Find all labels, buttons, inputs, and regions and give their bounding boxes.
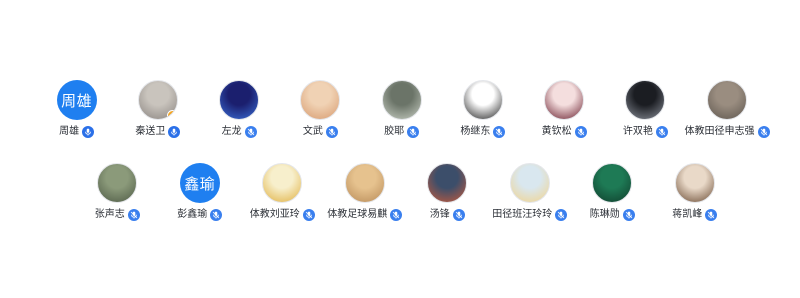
microphone-muted-icon[interactable] — [407, 126, 420, 138]
participant-name: 秦送卫 — [135, 126, 166, 137]
participant-label: 陈琳勋 — [590, 208, 635, 222]
avatar-photo[interactable] — [300, 80, 341, 120]
participant-name: 田径班汪玲玲 — [492, 209, 553, 220]
participant-label: 杨继东 — [460, 125, 506, 139]
participant-label: 胶耶 — [384, 125, 420, 139]
participant-row-1: 周雄 周雄 秦送卫 左龙 文武 胶耶 杨继东 黄钦松 许双艳 体教田径申志强 — [36, 80, 770, 139]
participant-label: 田径班汪玲玲 — [492, 208, 568, 222]
participant-tile[interactable]: 杨继东 — [442, 80, 523, 139]
participant-name: 左龙 — [221, 126, 242, 137]
avatar-initials[interactable]: 鑫瑜 — [179, 163, 220, 203]
participant-label: 体教刘亚玲 — [250, 208, 315, 222]
microphone-muted-icon[interactable] — [705, 209, 718, 221]
avatar-photo[interactable] — [509, 163, 550, 203]
avatar-photo[interactable] — [592, 163, 633, 203]
participant-name: 汤锋 — [429, 209, 450, 220]
host-badge-icon — [166, 110, 177, 119]
participant-tile[interactable]: 黄钦松 — [524, 80, 605, 139]
avatar-initials-text: 周雄 — [61, 92, 93, 110]
participant-label: 左龙 — [222, 125, 257, 139]
avatar-photo[interactable] — [262, 163, 303, 203]
participant-name: 许双艳 — [622, 126, 653, 137]
microphone-muted-icon[interactable] — [493, 126, 506, 138]
participant-tile[interactable]: 蒋凯峰 — [654, 163, 737, 222]
avatar-photo[interactable] — [462, 80, 503, 120]
participant-tile[interactable]: 左龙 — [199, 80, 280, 139]
microphone-muted-icon[interactable] — [574, 126, 587, 138]
participant-tile[interactable]: 汤锋 — [406, 163, 489, 222]
participant-label: 体教足球易麒 — [327, 208, 403, 222]
microphone-icon[interactable] — [168, 126, 181, 138]
participant-label: 黄钦松 — [542, 125, 587, 139]
avatar-photo[interactable] — [625, 80, 666, 120]
avatar-photo[interactable] — [674, 163, 715, 203]
participant-name: 彭鑫瑜 — [177, 209, 208, 220]
participant-label: 汤锋 — [430, 208, 465, 222]
participant-tile[interactable]: 胶耶 — [361, 80, 442, 139]
microphone-muted-icon[interactable] — [244, 126, 257, 138]
microphone-muted-icon[interactable] — [390, 209, 403, 221]
microphone-muted-icon[interactable] — [302, 209, 315, 221]
participant-name: 体教田径申志强 — [684, 126, 755, 137]
participant-label: 秦送卫 — [135, 125, 181, 139]
participant-tile[interactable]: 体教刘亚玲 — [241, 163, 324, 222]
microphone-muted-icon[interactable] — [622, 209, 635, 221]
participant-row-2: 张声志 鑫瑜 彭鑫瑜 体教刘亚玲 体教足球易麒 汤锋 田径班汪玲玲 陈琳勋 蒋凯峰 — [76, 163, 736, 222]
participant-tile[interactable]: 鑫瑜彭鑫瑜 — [159, 163, 242, 222]
participant-tile[interactable]: 陈琳勋 — [571, 163, 654, 222]
avatar-photo[interactable] — [544, 80, 585, 120]
avatar-photo[interactable] — [427, 163, 468, 203]
microphone-muted-icon[interactable] — [555, 209, 568, 221]
participant-name: 张声志 — [94, 209, 125, 220]
participant-tile[interactable]: 周雄 周雄 — [36, 80, 117, 139]
participant-tile[interactable]: 体教足球易麒 — [324, 163, 407, 222]
participant-tile[interactable]: 文武 — [280, 80, 361, 139]
participant-tile[interactable]: 秦送卫 — [117, 80, 198, 139]
participant-name: 黄钦松 — [541, 126, 572, 137]
microphone-muted-icon[interactable] — [210, 209, 223, 221]
microphone-muted-icon[interactable] — [655, 126, 668, 138]
participant-name: 文武 — [302, 126, 323, 137]
participant-name: 体教足球易麒 — [327, 209, 388, 220]
avatar-photo[interactable] — [344, 163, 385, 203]
participant-tile[interactable]: 张声志 — [76, 163, 159, 222]
avatar-photo[interactable] — [137, 80, 178, 120]
avatar-initials-text: 鑫瑜 — [184, 175, 216, 193]
microphone-muted-icon[interactable] — [127, 209, 140, 221]
participant-tile[interactable]: 体教田径申志强 — [685, 80, 770, 139]
participant-tile[interactable]: 田径班汪玲玲 — [489, 163, 572, 222]
participant-label: 张声志 — [95, 208, 140, 222]
participant-tile[interactable]: 许双艳 — [605, 80, 686, 139]
avatar-photo[interactable] — [97, 163, 138, 203]
participant-name: 陈琳勋 — [589, 209, 620, 220]
participant-name: 胶耶 — [384, 126, 405, 137]
avatar-photo[interactable] — [219, 80, 260, 120]
microphone-muted-icon[interactable] — [757, 126, 770, 138]
microphone-muted-icon[interactable] — [452, 209, 465, 221]
participant-name: 体教刘亚玲 — [249, 209, 300, 220]
participant-label: 彭鑫瑜 — [177, 208, 223, 222]
participant-label: 许双艳 — [623, 125, 668, 139]
avatar-photo[interactable] — [381, 80, 422, 120]
participant-label: 蒋凯峰 — [672, 208, 718, 222]
microphone-muted-icon[interactable] — [325, 126, 338, 138]
participant-name: 周雄 — [59, 126, 80, 137]
participant-label: 周雄 — [59, 125, 95, 139]
participant-label: 体教田径申志强 — [685, 125, 770, 139]
participant-name: 杨继东 — [460, 126, 491, 137]
participant-label: 文武 — [303, 125, 338, 139]
microphone-icon[interactable] — [82, 126, 95, 138]
participant-name: 蒋凯峰 — [672, 209, 703, 220]
avatar-photo[interactable] — [707, 80, 747, 120]
avatar-initials[interactable]: 周雄 — [56, 80, 97, 120]
